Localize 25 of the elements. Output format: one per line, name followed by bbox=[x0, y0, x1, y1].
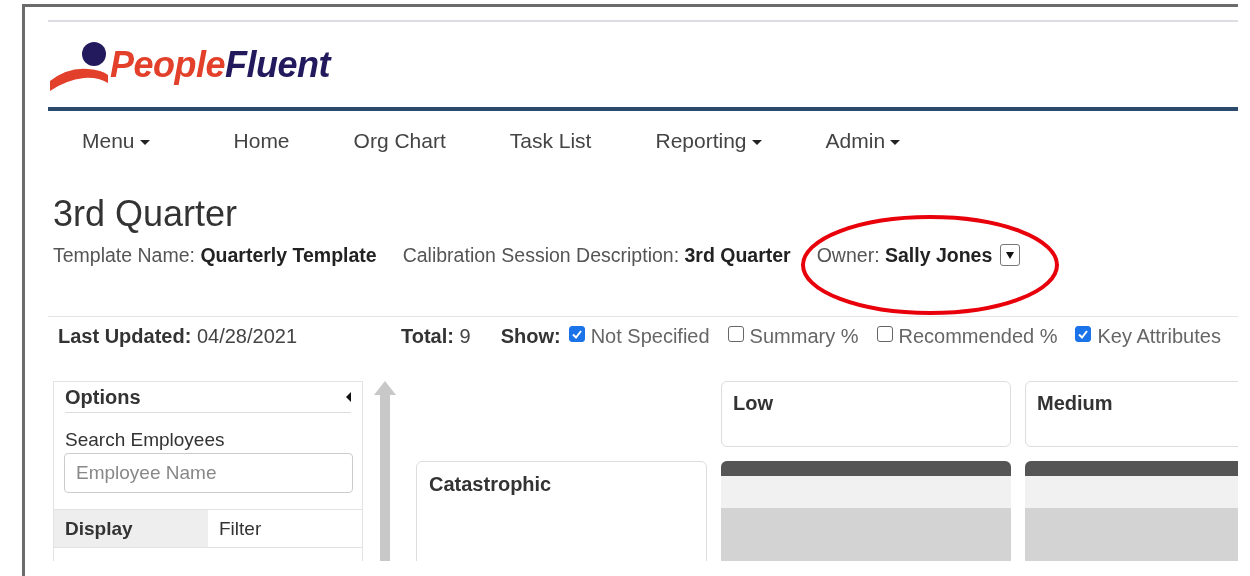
nav-link[interactable]: Home bbox=[233, 123, 290, 159]
page-title: 3rd Quarter bbox=[53, 192, 239, 236]
panel-tab[interactable]: Display bbox=[54, 510, 208, 548]
nav-link[interactable]: Menu bbox=[82, 123, 150, 159]
row-header: Catastrophic bbox=[416, 461, 707, 561]
detail-text: Template Name: Quarterly Template bbox=[53, 243, 377, 267]
search-label: Search Employees bbox=[65, 429, 226, 451]
panel-title: Options bbox=[65, 385, 141, 409]
checkbox-label: Key Attributes bbox=[1097, 324, 1221, 348]
nav-link[interactable]: Task List bbox=[509, 123, 592, 159]
detail-text: Calibration Session Description: 3rd Quarter bbox=[402, 243, 791, 267]
nav-link[interactable]: Org Chart bbox=[353, 123, 446, 159]
column-header: Medium bbox=[1025, 381, 1238, 447]
checkbox-label: Recommended % bbox=[898, 324, 1058, 348]
logo-wordmark: PeopleFluent bbox=[110, 43, 331, 86]
nav-link[interactable]: Admin bbox=[825, 123, 901, 159]
checkbox-label: Summary % bbox=[749, 324, 859, 348]
checkbox-label: Not Specified bbox=[590, 324, 710, 348]
last-updated-text: Last Updated: 04/28/2021 bbox=[58, 324, 297, 348]
search-field[interactable]: Employee Name bbox=[64, 453, 353, 493]
nav-link[interactable]: Reporting bbox=[655, 123, 762, 159]
detail-text: Owner: Sally Jones bbox=[816, 243, 993, 267]
show-label: Show: bbox=[500, 324, 561, 348]
total-text: Total: 9 bbox=[401, 324, 471, 348]
column-header: Low bbox=[721, 381, 1011, 447]
